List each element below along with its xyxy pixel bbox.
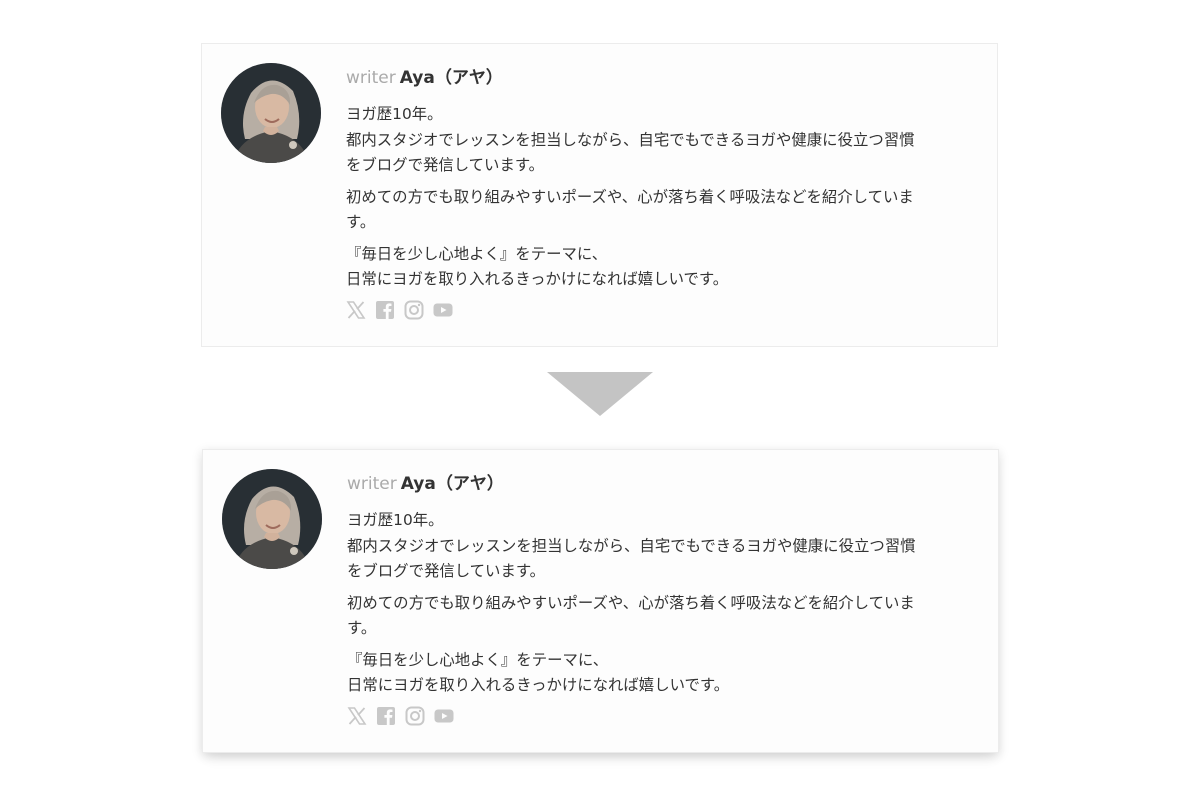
writer-name[interactable]: Aya（アヤ） (400, 68, 503, 88)
bio-line: 初めての方でも取り組みやすいポーズや、心が落ち着く呼吸法などを紹介していま (347, 593, 915, 612)
bio-line: 『毎日を少し心地よく』をテーマに、 (347, 650, 609, 669)
writer-name[interactable]: Aya（アヤ） (401, 474, 504, 494)
writer-label: writer (347, 474, 397, 494)
author-content: writer Aya（アヤ） ヨガ歴10年。 都内スタジオでレッスンを担当しながら… (347, 472, 978, 727)
bio-line: ヨガ歴10年。 (346, 105, 443, 123)
instagram-icon[interactable] (405, 706, 425, 726)
bio-line: 日常にヨガを取り入れるきっかけになれば嬉しいです。 (347, 676, 730, 694)
author-bio: ヨガ歴10年。 都内スタジオでレッスンを担当しながら、自宅でもできるヨガや健康に… (347, 508, 978, 699)
x-icon[interactable] (346, 300, 366, 320)
facebook-icon[interactable] (376, 706, 396, 726)
x-icon[interactable] (347, 706, 367, 726)
bio-paragraph: ヨガ歴10年。 都内スタジオでレッスンを担当しながら、自宅でもできるヨガや健康に… (347, 508, 978, 585)
bio-line: ヨガ歴10年。 (347, 511, 444, 529)
bio-paragraph: 『毎日を少し心地よく』をテーマに、 日常にヨガを取り入れるきっかけになれば嬉しい… (347, 648, 978, 699)
bio-line: す。 (346, 213, 376, 231)
comparison-stage: writer Aya（アヤ） ヨガ歴10年。 都内スタジオでレッスンを担当しながら… (0, 0, 1200, 800)
bio-line: 初めての方でも取り組みやすいポーズや、心が落ち着く呼吸法などを紹介していま (346, 187, 914, 206)
bio-paragraph: ヨガ歴10年。 都内スタジオでレッスンを担当しながら、自宅でもできるヨガや健康に… (346, 102, 977, 179)
author-name-line: writer Aya（アヤ） (347, 472, 978, 496)
author-avatar (222, 469, 322, 569)
bio-paragraph: 初めての方でも取り組みやすいポーズや、心が落ち着く呼吸法などを紹介していま す。 (346, 185, 977, 236)
author-name-line: writer Aya（アヤ） (346, 66, 977, 90)
bio-line: 都内スタジオでレッスンを担当しながら、自宅でもできるヨガや健康に役立つ習慣 (347, 536, 916, 555)
bio-paragraph: 初めての方でも取り組みやすいポーズや、心が落ち着く呼吸法などを紹介していま す。 (347, 591, 978, 642)
facebook-icon[interactable] (375, 300, 395, 320)
bio-line: をブログで発信しています。 (347, 562, 546, 580)
author-avatar (221, 63, 321, 163)
bio-line: 都内スタジオでレッスンを担当しながら、自宅でもできるヨガや健康に役立つ習慣 (346, 130, 915, 149)
instagram-icon[interactable] (404, 300, 424, 320)
author-content: writer Aya（アヤ） ヨガ歴10年。 都内スタジオでレッスンを担当しながら… (346, 66, 977, 321)
youtube-icon[interactable] (433, 300, 453, 320)
social-links (347, 705, 978, 727)
bio-line: す。 (347, 619, 377, 637)
bio-line: 日常にヨガを取り入れるきっかけになれば嬉しいです。 (346, 270, 729, 288)
author-box-flat: writer Aya（アヤ） ヨガ歴10年。 都内スタジオでレッスンを担当しながら… (201, 43, 998, 347)
author-bio: ヨガ歴10年。 都内スタジオでレッスンを担当しながら、自宅でもできるヨガや健康に… (346, 102, 977, 293)
writer-label: writer (346, 68, 396, 88)
youtube-icon[interactable] (434, 706, 454, 726)
social-links (346, 299, 977, 321)
bio-paragraph: 『毎日を少し心地よく』をテーマに、 日常にヨガを取り入れるきっかけになれば嬉しい… (346, 242, 977, 293)
down-arrow-icon (547, 372, 653, 416)
bio-line: をブログで発信しています。 (346, 156, 545, 174)
author-box-shadow: writer Aya（アヤ） ヨガ歴10年。 都内スタジオでレッスンを担当しながら… (202, 449, 999, 753)
bio-line: 『毎日を少し心地よく』をテーマに、 (346, 244, 608, 263)
